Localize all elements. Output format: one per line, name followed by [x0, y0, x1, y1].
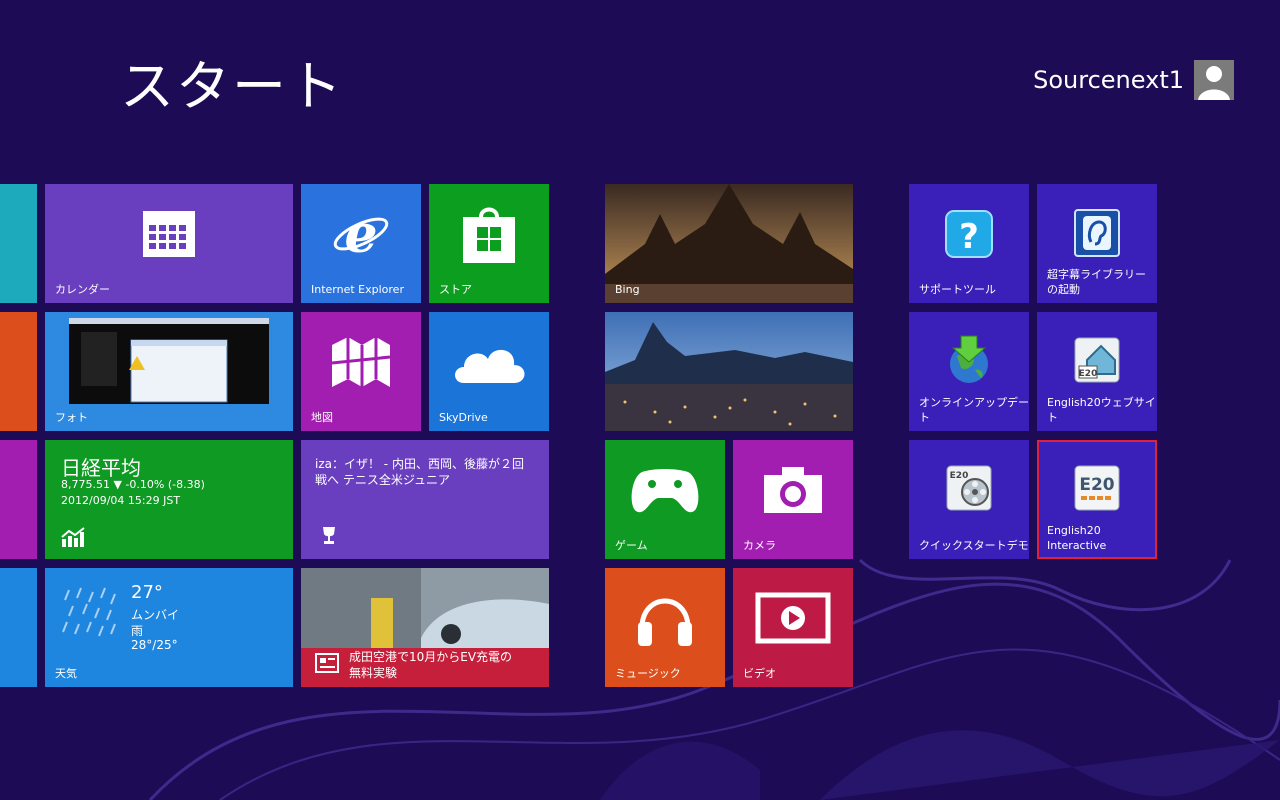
- tile-english20-website[interactable]: E20 English20ウェブサイ ト: [1037, 312, 1157, 431]
- tile-label: カレンダー: [55, 283, 110, 296]
- subtitle-icon: [1073, 208, 1121, 262]
- tile-sports[interactable]: iza：イザ！ - 内田、西岡、後藤が２回戦へ テニス全米ジュニア: [301, 440, 549, 559]
- tile-label: English20ウェブサイ ト: [1047, 396, 1156, 424]
- tile-store[interactable]: ストア: [429, 184, 549, 303]
- svg-text:E20: E20: [950, 471, 969, 481]
- web-icon: E20: [1073, 334, 1121, 388]
- tile-label: カメラ: [743, 539, 776, 552]
- trophy-icon: [319, 525, 339, 549]
- weather-city: ムンバイ: [131, 608, 180, 622]
- partial-tile-1[interactable]: [0, 184, 37, 303]
- tile-label: ストア: [439, 283, 472, 296]
- tile-subtitle-library[interactable]: 超字幕ライブラリー の起動: [1037, 184, 1157, 303]
- video-icon: [755, 592, 831, 648]
- weather-range: 28°/25°: [131, 638, 178, 652]
- tile-skydrive[interactable]: SkyDrive: [429, 312, 549, 431]
- tile-label: オンラインアップデー ト: [919, 396, 1029, 424]
- city-photo: [605, 312, 853, 431]
- tile-label: クイックスタートデモ: [919, 539, 1029, 552]
- tile-weather[interactable]: 27° ムンバイ 雨 28°/25° 天気: [45, 568, 293, 687]
- tile-label: ミュージック: [615, 667, 681, 680]
- stock-value: 8,775.51 ▼ -0.10% (-8.38): [61, 478, 205, 491]
- user-avatar-icon: [1194, 60, 1234, 100]
- svg-text:?: ?: [959, 217, 979, 257]
- camera-icon: [762, 465, 824, 519]
- stock-timestamp: 2012/09/04 15:29 JST: [61, 494, 181, 507]
- rain-icon: [61, 586, 121, 650]
- cloud-icon: [450, 339, 528, 389]
- weather-condition: 雨: [131, 624, 144, 638]
- tile-online-update[interactable]: オンラインアップデー ト: [909, 312, 1029, 431]
- tile-news[interactable]: 成田空港で10月からEV充電の 無料実験: [301, 568, 549, 687]
- map-icon: [330, 335, 392, 393]
- tile-support-tool[interactable]: ? サポートツール: [909, 184, 1029, 303]
- tile-label: フォト: [55, 411, 88, 424]
- tile-label: English20 Interactive: [1047, 524, 1107, 552]
- svg-text:E20: E20: [1079, 369, 1098, 379]
- store-icon: [461, 203, 517, 269]
- tile-label: SkyDrive: [439, 411, 488, 424]
- stock-index-name: 日経平均: [61, 456, 141, 480]
- calendar-icon: [141, 209, 197, 263]
- ie-icon: e: [331, 204, 391, 266]
- tile-label: サポートツール: [919, 283, 996, 296]
- tile-quickstart-demo[interactable]: E20 クイックスタートデモ: [909, 440, 1029, 559]
- partial-tile-3[interactable]: [0, 440, 37, 559]
- tile-label: ビデオ: [743, 667, 776, 680]
- tile-games[interactable]: ゲーム: [605, 440, 725, 559]
- tile-video[interactable]: ビデオ: [733, 568, 853, 687]
- svg-text:E20: E20: [1079, 475, 1114, 495]
- weather-temperature: 27°: [131, 582, 163, 603]
- tile-label: ゲーム: [615, 539, 648, 552]
- tile-photo-rio[interactable]: [605, 312, 853, 431]
- film-icon: E20: [945, 462, 993, 516]
- chart-icon: [61, 527, 85, 551]
- update-icon: [947, 334, 991, 388]
- tile-camera[interactable]: カメラ: [733, 440, 853, 559]
- page-title: スタート: [120, 55, 344, 118]
- partial-tile-4[interactable]: [0, 568, 37, 687]
- news-photo: [301, 568, 549, 648]
- tile-calendar[interactable]: カレンダー: [45, 184, 293, 303]
- tile-maps[interactable]: 地図: [301, 312, 421, 431]
- user-account[interactable]: Sourcenext1: [1033, 60, 1234, 100]
- user-name: Sourcenext1: [1033, 66, 1184, 94]
- tile-label: Bing: [615, 283, 640, 296]
- tile-label: Internet Explorer: [311, 283, 404, 296]
- svg-text:e: e: [344, 206, 377, 262]
- help-icon: ?: [945, 210, 993, 262]
- tile-photos[interactable]: フォト: [45, 312, 293, 431]
- tile-english20-interactive[interactable]: E20 English20 Interactive: [1037, 440, 1157, 559]
- news-headline: 成田空港で10月からEV充電の 無料実験: [349, 650, 513, 680]
- news-icon: [315, 653, 339, 677]
- tile-internet-explorer[interactable]: e Internet Explorer: [301, 184, 421, 303]
- headphones-icon: [634, 588, 696, 652]
- tile-finance[interactable]: 日経平均 8,775.51 ▼ -0.10% (-8.38) 2012/09/0…: [45, 440, 293, 559]
- sports-headline: iza：イザ！ - 内田、西岡、後藤が２回戦へ テニス全米ジュニア: [315, 457, 524, 487]
- gamepad-icon: [630, 466, 700, 518]
- e20-icon: E20: [1073, 462, 1121, 516]
- tile-label: 超字幕ライブラリー の起動: [1047, 268, 1146, 296]
- tile-label: 天気: [55, 667, 77, 680]
- bing-photo: [605, 184, 853, 303]
- tile-label: 地図: [311, 411, 333, 424]
- partial-tile-2[interactable]: [0, 312, 37, 431]
- tile-bing[interactable]: Bing: [605, 184, 853, 303]
- tile-music[interactable]: ミュージック: [605, 568, 725, 687]
